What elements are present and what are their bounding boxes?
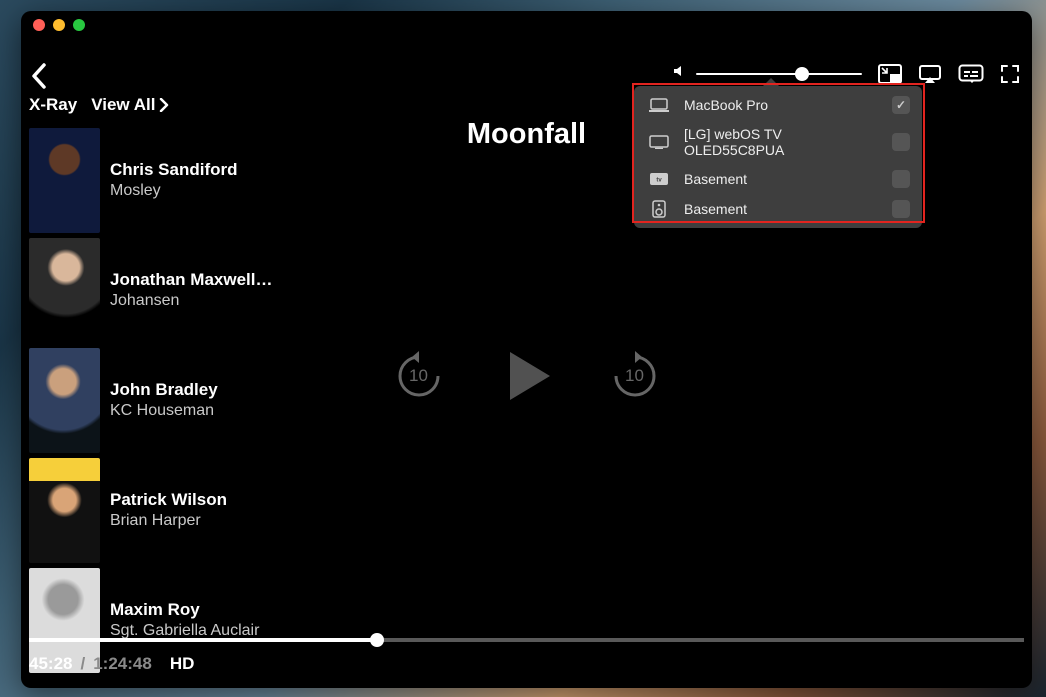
volume-slider-track[interactable] <box>696 73 862 75</box>
airplay-device-label: [LG] webOS TV OLED55C8PUA <box>684 126 878 158</box>
airplay-device-checkbox[interactable] <box>892 133 910 151</box>
svg-text:tv: tv <box>656 178 662 184</box>
view-all-label: View All <box>91 95 155 115</box>
cast-name: Jonathan Maxwell… <box>110 270 272 290</box>
window-minimize-button[interactable] <box>53 19 65 31</box>
app-window: X-Ray View All Chris Sandiford Mosley Jo… <box>21 11 1032 688</box>
cast-name: Maxim Roy <box>110 600 259 620</box>
airplay-device-row[interactable]: [LG] webOS TV OLED55C8PUA <box>634 120 922 164</box>
back-button[interactable] <box>30 63 48 94</box>
cast-role: Mosley <box>110 182 238 200</box>
airplay-device-label: MacBook Pro <box>684 97 878 113</box>
cast-thumbnail <box>29 128 100 233</box>
xray-header: X-Ray View All <box>29 95 169 115</box>
play-button[interactable] <box>510 352 550 400</box>
airplay-device-row[interactable]: MacBook Pro <box>634 90 922 120</box>
airplay-device-label: Basement <box>684 201 878 217</box>
cast-role: KC Houseman <box>110 402 218 420</box>
volume-icon <box>672 63 688 84</box>
cast-name: Chris Sandiford <box>110 160 238 180</box>
cast-role: Johansen <box>110 292 272 310</box>
quality-badge: HD <box>170 654 195 674</box>
player-surface: X-Ray View All Chris Sandiford Mosley Jo… <box>21 39 1032 688</box>
tv-icon <box>648 135 670 149</box>
appletv-icon: tv <box>648 173 670 185</box>
airplay-device-checkbox[interactable] <box>892 170 910 188</box>
airplay-device-row[interactable]: Basement <box>634 194 922 224</box>
volume-slider-thumb[interactable] <box>795 67 809 81</box>
movie-title: Moonfall <box>467 118 586 151</box>
cast-role: Brian Harper <box>110 512 227 530</box>
cast-list: Chris Sandiford Mosley Jonathan Maxwell…… <box>29 125 399 675</box>
cast-item[interactable]: Chris Sandiford Mosley <box>29 125 399 235</box>
cast-thumbnail <box>29 458 100 563</box>
airplay-button[interactable] <box>918 64 942 84</box>
progress-bar[interactable] <box>29 638 1024 642</box>
cast-name: John Bradley <box>110 380 218 400</box>
cast-name: Patrick Wilson <box>110 490 227 510</box>
time-separator: / <box>80 654 85 674</box>
total-time: 1:24:48 <box>93 654 152 674</box>
airplay-device-row[interactable]: tv Basement <box>634 164 922 194</box>
xray-label: X-Ray <box>29 95 77 115</box>
airplay-device-checkbox[interactable] <box>892 96 910 114</box>
cast-item[interactable]: Patrick Wilson Brian Harper <box>29 455 399 565</box>
cast-thumbnail <box>29 348 100 453</box>
window-close-button[interactable] <box>33 19 45 31</box>
speaker-icon <box>648 200 670 218</box>
airplay-popover-caret <box>763 78 779 86</box>
laptop-icon <box>648 98 670 112</box>
time-display: 45:28 / 1:24:48 HD <box>29 654 194 674</box>
skip-forward-button[interactable]: 10 <box>610 351 660 401</box>
view-all-button[interactable]: View All <box>91 95 169 115</box>
current-time: 45:28 <box>29 654 72 674</box>
center-playback-controls: 10 10 <box>394 351 660 401</box>
subtitles-button[interactable] <box>958 64 984 84</box>
cast-item[interactable]: John Bradley KC Houseman <box>29 345 399 455</box>
skip-forward-seconds: 10 <box>610 351 660 401</box>
skip-back-button[interactable]: 10 <box>394 351 444 401</box>
cast-thumbnail <box>29 238 100 343</box>
fullscreen-button[interactable] <box>1000 64 1020 84</box>
progress-thumb[interactable] <box>370 633 384 647</box>
skip-back-seconds: 10 <box>394 351 444 401</box>
picture-in-picture-button[interactable] <box>878 64 902 84</box>
top-right-controls <box>672 63 1020 84</box>
window-maximize-button[interactable] <box>73 19 85 31</box>
titlebar <box>21 11 1032 39</box>
cast-item[interactable]: Jonathan Maxwell… Johansen <box>29 235 399 345</box>
airplay-device-popover: MacBook Pro [LG] webOS TV OLED55C8PUA tv… <box>634 86 922 228</box>
airplay-device-checkbox[interactable] <box>892 200 910 218</box>
chevron-right-icon <box>159 98 169 112</box>
progress-fill <box>29 638 377 642</box>
airplay-device-label: Basement <box>684 171 878 187</box>
